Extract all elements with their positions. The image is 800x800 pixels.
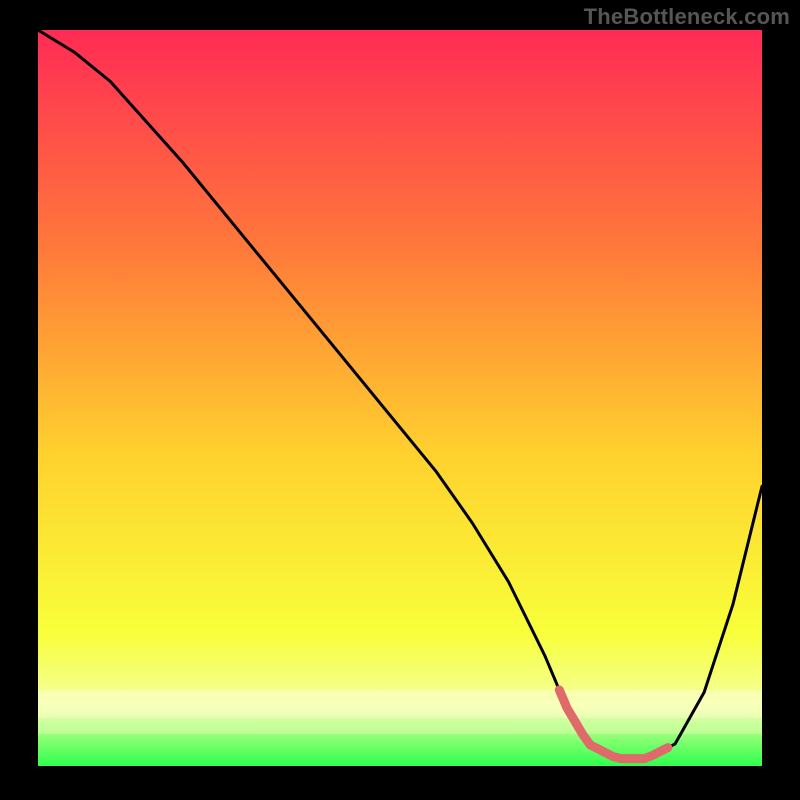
watermark-text: TheBottleneck.com	[584, 4, 790, 30]
chart-frame: TheBottleneck.com	[0, 0, 800, 800]
plot-area	[38, 30, 762, 766]
bottleneck-curve	[38, 30, 762, 766]
